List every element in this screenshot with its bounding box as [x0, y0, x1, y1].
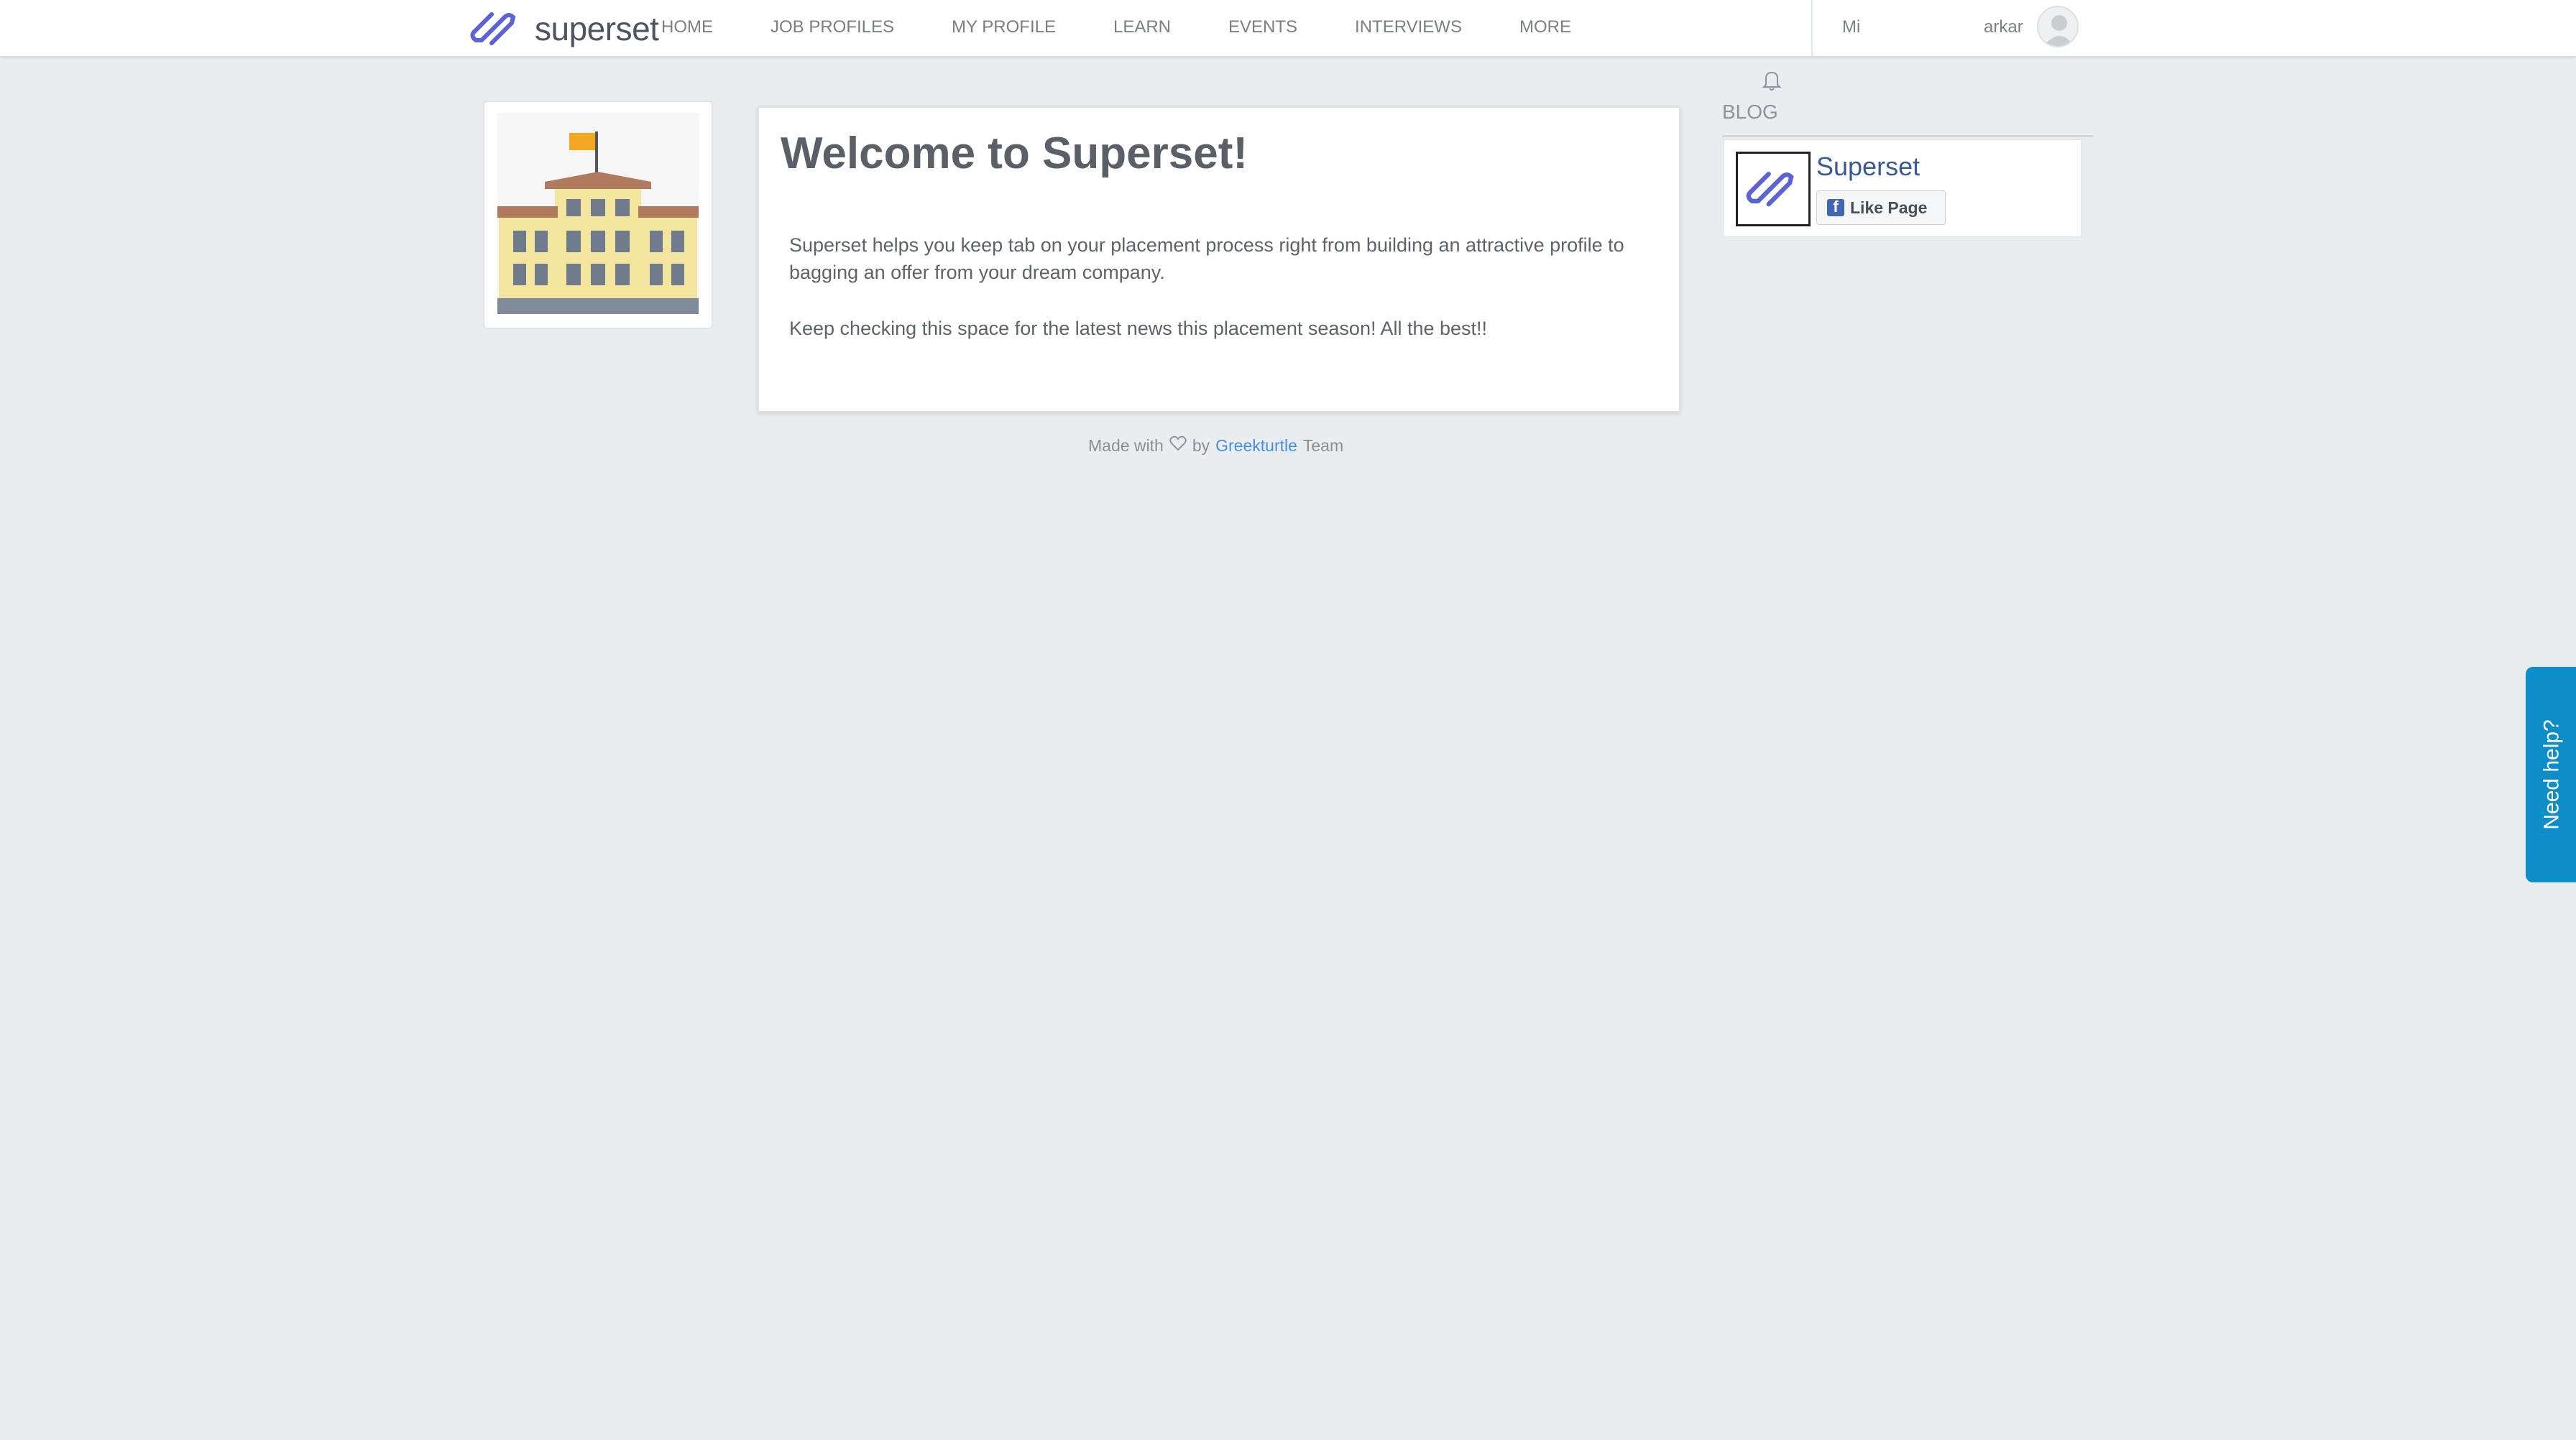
- facebook-like-page-button[interactable]: f Like Page: [1816, 190, 1946, 225]
- nav-job-profiles[interactable]: JOB PROFILES: [770, 17, 894, 37]
- nav-my-profile[interactable]: MY PROFILE: [952, 17, 1056, 37]
- brand-name: superset: [535, 10, 659, 47]
- user-avatar-icon[interactable]: [2037, 6, 2079, 47]
- facebook-page-name[interactable]: Superset: [1816, 152, 1920, 182]
- superset-logo-icon: [1743, 162, 1803, 217]
- need-help-tab[interactable]: Need help?: [2526, 667, 2576, 882]
- nav-more[interactable]: MORE: [1519, 17, 1571, 37]
- welcome-title: Welcome to Superset!: [781, 129, 1248, 178]
- blog-heading: BLOG: [1722, 101, 1778, 123]
- nav-events[interactable]: EVENTS: [1228, 17, 1297, 37]
- nav-username[interactable]: arkar: [1984, 17, 2023, 37]
- greekturtle-link[interactable]: Greekturtle: [1215, 436, 1297, 456]
- brand[interactable]: superset: [467, 3, 659, 55]
- footer-team: Team: [1302, 435, 1344, 455]
- welcome-description: Superset helps you keep tab on your plac…: [789, 234, 1624, 283]
- facebook-page-thumbnail[interactable]: [1736, 152, 1811, 226]
- welcome-card: Welcome to Superset! Superset helps you …: [758, 106, 1680, 412]
- college-image-card: [483, 101, 713, 329]
- welcome-news-note: Keep checking this space for the latest …: [789, 318, 1488, 339]
- facebook-icon: f: [1827, 199, 1844, 216]
- footer-by: by: [1192, 435, 1210, 455]
- main-nav: HOME JOB PROFILES MY PROFILE LEARN EVENT…: [661, 0, 1629, 55]
- heart-icon: [1169, 435, 1187, 456]
- footer-made-with: Made with: [1088, 435, 1164, 455]
- top-navbar: superset HOME JOB PROFILES MY PROFILE LE…: [0, 0, 2576, 57]
- facebook-page-widget: Superset f Like Page: [1724, 139, 2082, 237]
- nav-learn[interactable]: LEARN: [1113, 17, 1171, 37]
- nav-mi[interactable]: Mi: [1842, 17, 1860, 37]
- college-building-icon: [497, 112, 699, 318]
- footer: Made with by Greekturtle Team: [1088, 435, 1343, 456]
- like-page-label: Like Page: [1850, 198, 1928, 217]
- blog-divider: [1722, 135, 2093, 137]
- bell-icon[interactable]: [1761, 69, 1782, 92]
- superset-logo-icon: [467, 4, 525, 54]
- nav-interviews[interactable]: INTERVIEWS: [1355, 17, 1462, 37]
- nav-home[interactable]: HOME: [661, 17, 713, 37]
- need-help-label: Need help?: [2540, 719, 2564, 830]
- nav-divider: [1811, 0, 1813, 56]
